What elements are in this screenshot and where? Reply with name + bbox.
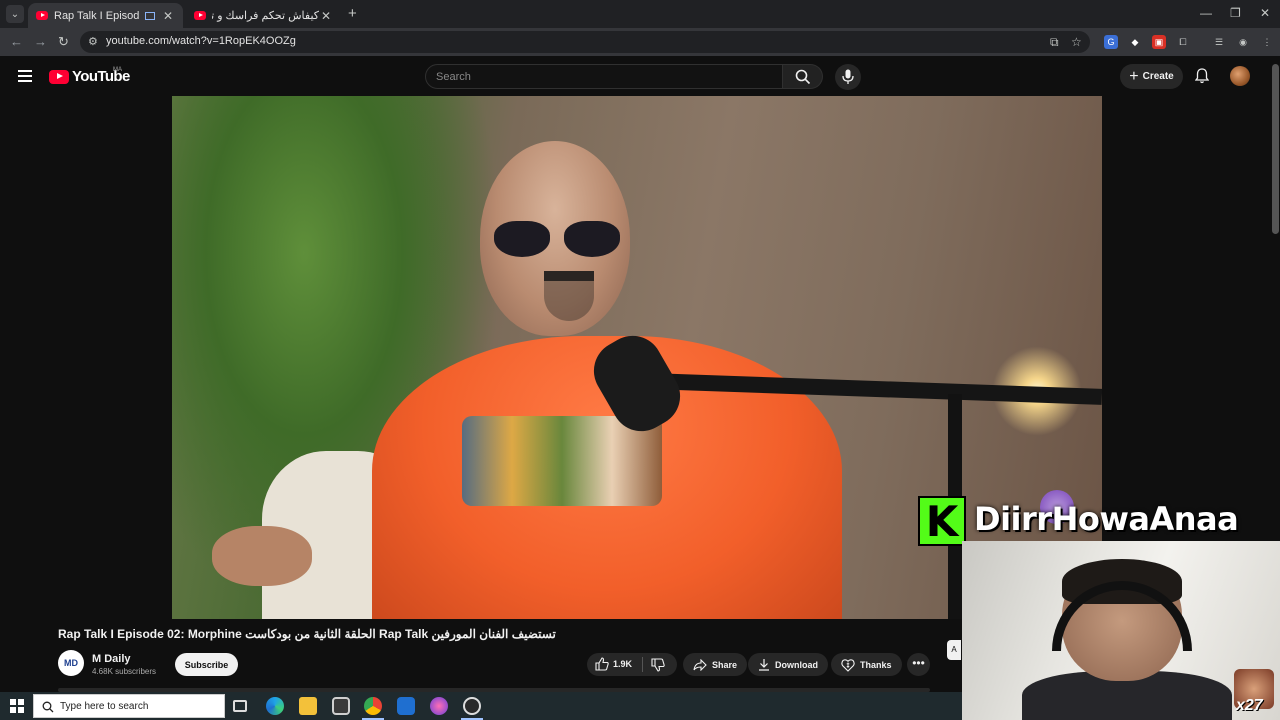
youtube-favicon-icon [194,11,206,20]
back-arrow-icon[interactable]: ← [10,34,23,49]
edge-browser-icon[interactable] [266,697,284,715]
video-title: Rap Talk I Episode 02: Morphine الحلقة ا… [58,627,556,641]
search-button[interactable] [783,64,823,89]
tab-close-icon[interactable]: ✕ [319,9,333,23]
youtube-favicon-icon [36,11,48,20]
video-frame-beard [544,271,594,321]
search-input[interactable]: Search [425,64,783,89]
extension-diamond-icon[interactable]: ◆ [1128,35,1142,49]
windows-start-icon[interactable] [10,699,24,713]
browser-tabstrip: ⌄ Rap Talk I Episode 02: Morp ✕ كيفاش تح… [0,0,1280,28]
search-placeholder: Search [436,71,471,83]
media-queue-icon[interactable]: ☰ [1212,35,1226,49]
tab-search-button[interactable]: ⌄ [6,5,24,23]
channel-name[interactable]: M Daily [92,653,131,665]
outlook-icon[interactable] [397,697,415,715]
thanks-button[interactable]: Thanks [831,653,902,676]
create-label: Create [1142,71,1174,82]
share-arrow-icon [693,658,707,671]
extensions-puzzle-icon[interactable]: ⧠ [1176,35,1190,49]
download-label: Download [775,659,818,670]
thumbs-up-icon[interactable] [595,657,609,671]
task-view-icon[interactable] [233,700,247,712]
side-chip[interactable]: A [947,640,961,660]
site-info-icon[interactable]: ⚙ [88,36,100,48]
minimize-button[interactable]: — [1200,6,1212,20]
tab-rap-talk[interactable]: Rap Talk I Episode 02: Morp ✕ [28,3,183,28]
search-icon [795,69,811,85]
video-frame-sunglasses [494,221,622,259]
thanks-label: Thanks [860,659,892,670]
translate-extension-icon[interactable]: G [1104,35,1118,49]
profile-icon[interactable]: ◉ [1236,35,1250,49]
like-dislike-group: 1.9K [587,653,677,676]
file-explorer-icon[interactable] [299,697,317,715]
video-frame-hand [212,526,312,586]
install-app-icon[interactable]: ⧉ [1050,35,1059,50]
reload-icon[interactable]: ↻ [58,34,69,50]
emote-multiplier: x27 [1236,697,1263,714]
close-window-button[interactable]: ✕ [1260,6,1270,20]
app-icon[interactable] [430,697,448,715]
guide-menu-icon[interactable] [18,70,32,85]
address-bar[interactable]: ⚙ youtube.com/watch?v=1RopEK4OOZg ⧉ ☆ [80,31,1090,53]
url-text[interactable]: youtube.com/watch?v=1RopEK4OOZg [106,35,296,47]
streamer-name: DiirrHowaAnaa [974,500,1239,538]
subscriber-count: 4.68K subscribers [92,667,157,676]
download-button[interactable]: Download [748,653,828,676]
microphone-icon [842,69,854,84]
forward-arrow-icon[interactable]: → [34,34,47,49]
obs-icon[interactable] [463,697,481,715]
notifications-bell-icon[interactable] [1195,68,1209,84]
thanks-heart-dollar-icon [841,658,855,672]
tab-title: Rap Talk I Episode 02: Morp [54,9,139,22]
browser-toolbar: ← → ↻ ⚙ youtube.com/watch?v=1RopEK4OOZg … [0,28,1280,56]
subscribe-button[interactable]: Subscribe [175,653,238,676]
windows-taskbar: Type here to search [0,692,962,720]
restore-button[interactable]: ❐ [1230,6,1241,20]
new-tab-button[interactable]: + [348,5,357,22]
more-actions-button[interactable]: ••• [907,653,930,676]
account-avatar[interactable] [1230,66,1250,86]
channel-avatar[interactable]: MD [58,650,84,676]
thumbs-down-icon[interactable] [651,658,665,672]
kick-logo: K [918,496,966,546]
taskbar-search-placeholder: Type here to search [60,701,149,712]
stream-name-overlay: K DiirrHowaAnaa [918,490,1278,546]
browser-menu-icon[interactable]: ⋮ [1260,35,1274,49]
extension-red-icon[interactable]: ▣ [1152,35,1166,49]
store-icon[interactable] [332,697,350,715]
taskbar-search-input[interactable]: Type here to search [33,694,225,718]
plus-icon: + [1129,67,1139,85]
tab-close-icon[interactable]: ✕ [161,9,175,23]
country-code: MA [113,67,122,73]
like-count[interactable]: 1.9K [613,659,632,669]
share-label: Share [712,659,738,670]
bookmark-star-icon[interactable]: ☆ [1071,35,1082,49]
share-button[interactable]: Share [683,653,748,676]
webcam-overlay: x27 [962,541,1280,720]
chrome-icon[interactable] [364,697,382,715]
tab-title: كيفاش تحكم فراسك و تقاوم الشر [212,10,319,22]
search-icon [42,701,54,713]
youtube-play-logo-icon [49,69,69,84]
voice-search-button[interactable] [835,64,861,90]
download-icon [759,659,769,671]
media-playing-icon [145,11,155,20]
tab-second-video[interactable]: كيفاش تحكم فراسك و تقاوم الشر ✕ [186,3,341,28]
youtube-masthead: YouTube MA Search + Create [0,56,1280,96]
create-button[interactable]: + Create [1120,64,1183,89]
